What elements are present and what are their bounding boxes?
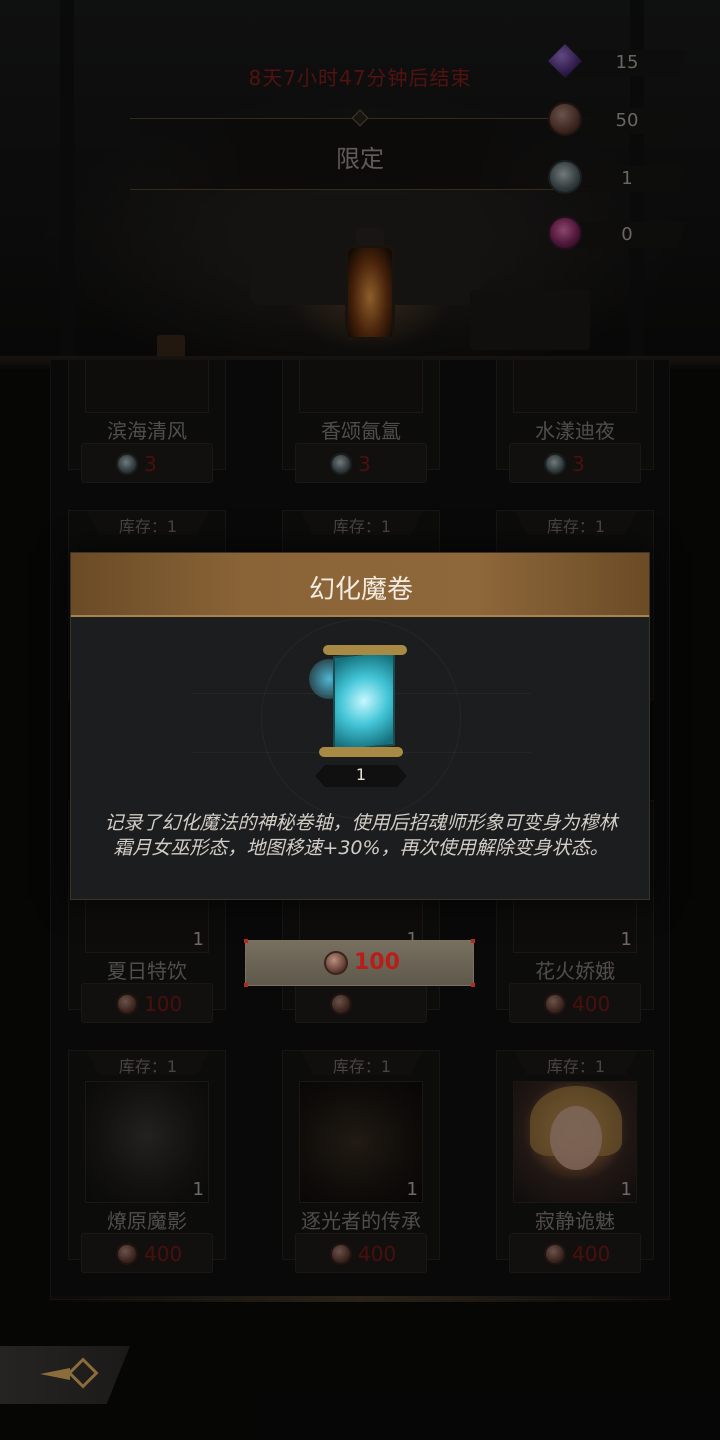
- item-description: 记录了幻化魔法的神秘卷轴，使用后招魂师形象可变身为穆林霜月女巫形态，地图移速+3…: [104, 812, 618, 859]
- item-quantity: 1: [355, 765, 367, 784]
- corner-marker: [471, 939, 475, 943]
- corner-marker: [471, 983, 475, 987]
- magic-scroll-icon: [309, 639, 415, 763]
- scroll-rod: [323, 645, 407, 655]
- item-detail-popup: 幻化魔卷 1 记录了幻化魔法的神秘卷轴，使用后招魂师形象可变身为穆林霜月女巫形态…: [70, 552, 650, 900]
- corner-marker: [244, 939, 248, 943]
- popup-title: 幻化魔卷: [308, 575, 413, 605]
- scroll-rod: [319, 747, 403, 757]
- buy-button[interactable]: 100: [244, 939, 475, 987]
- popup-header: 幻化魔卷: [71, 553, 649, 617]
- bronze-coin-icon: [324, 951, 348, 975]
- corner-marker: [244, 983, 248, 987]
- scroll-paper: [333, 649, 395, 753]
- buy-price: 100: [354, 950, 400, 975]
